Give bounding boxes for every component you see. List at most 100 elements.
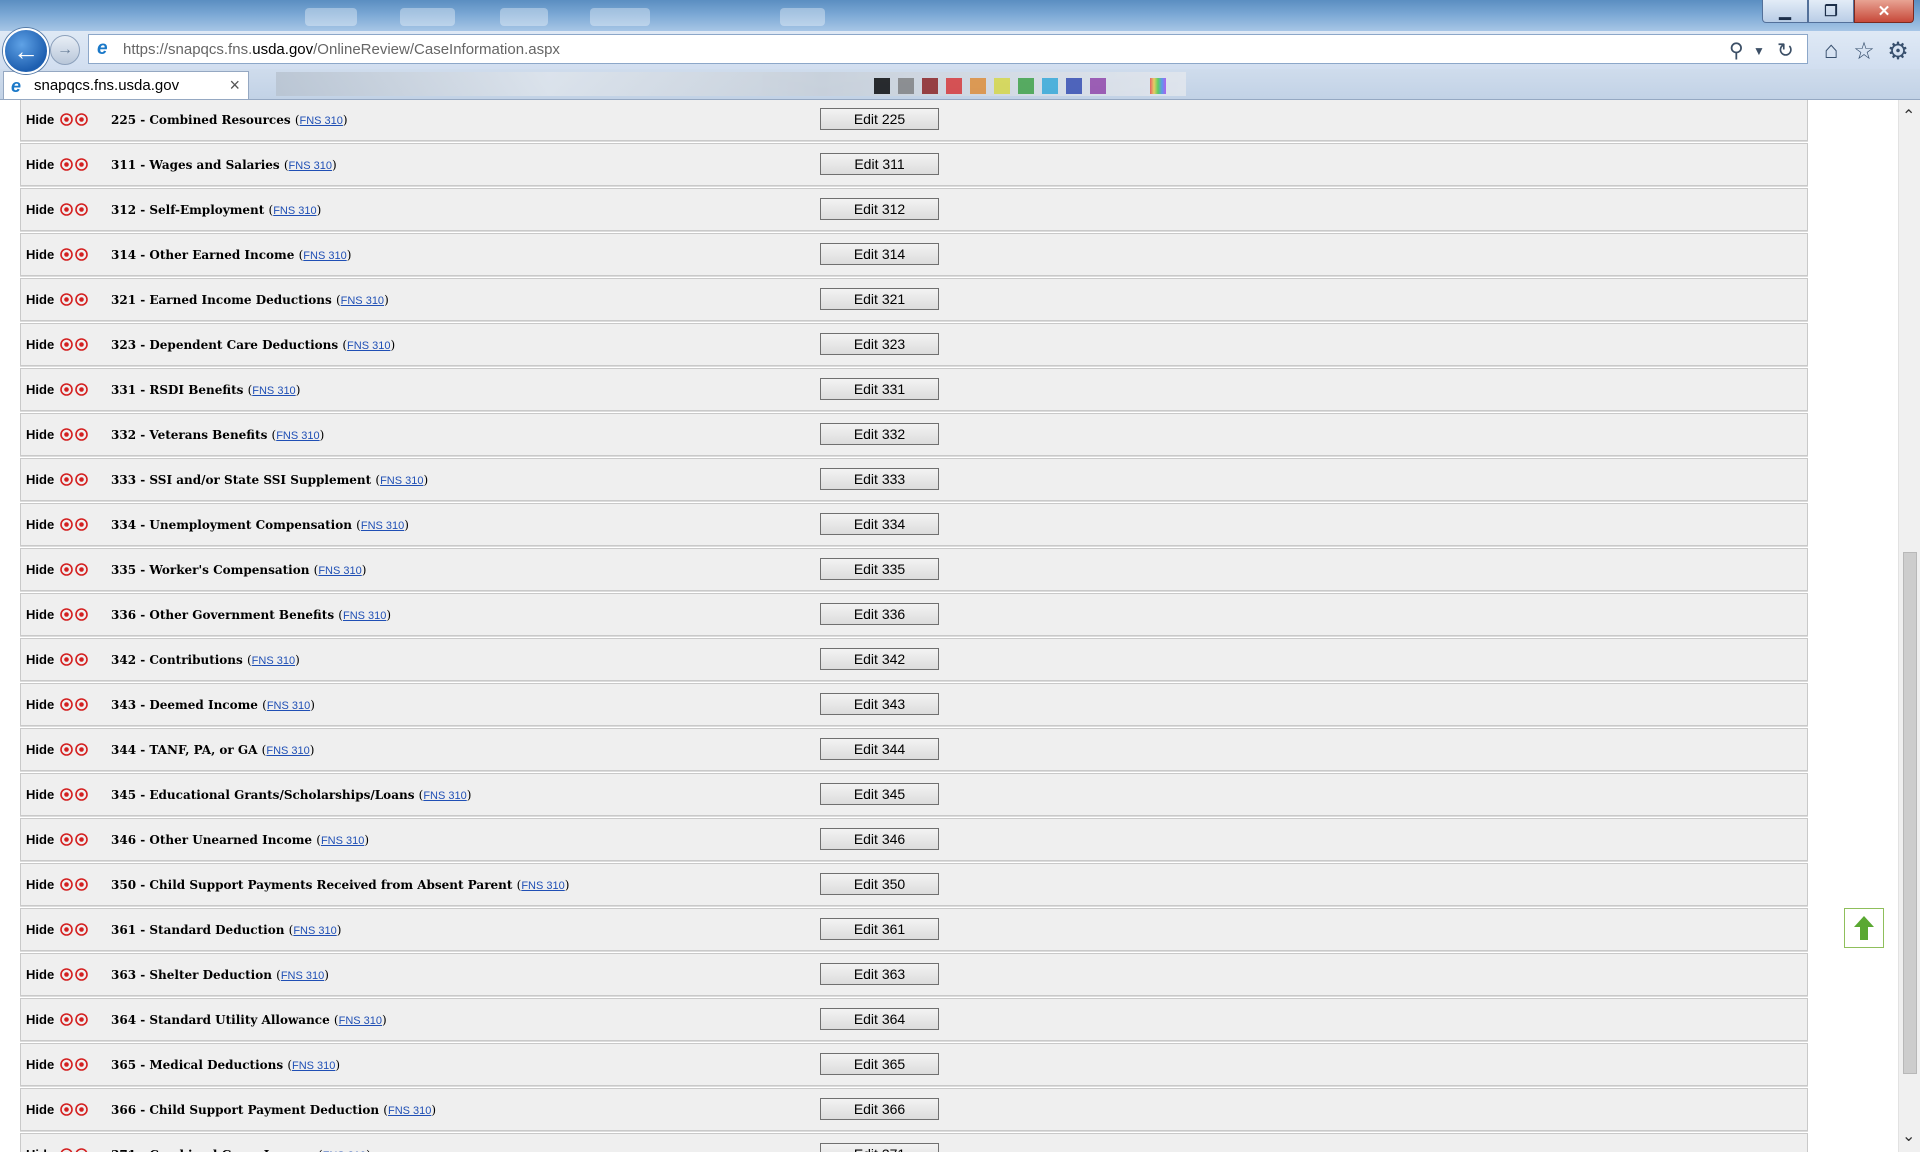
close-window-button[interactable]: ✕ bbox=[1854, 0, 1914, 23]
hide-toggle[interactable]: Hide bbox=[26, 112, 54, 127]
edit-section-button[interactable]: Edit 321 bbox=[820, 288, 939, 310]
target-icon[interactable] bbox=[75, 968, 88, 981]
fns-310-link[interactable]: FNS 310 bbox=[273, 205, 316, 217]
target-icon[interactable] bbox=[60, 248, 73, 261]
target-icon[interactable] bbox=[75, 1148, 88, 1152]
target-icon[interactable] bbox=[60, 608, 73, 621]
target-icon[interactable] bbox=[60, 743, 73, 756]
target-icon[interactable] bbox=[60, 1058, 73, 1071]
hide-toggle[interactable]: Hide bbox=[26, 337, 54, 352]
edit-section-button[interactable]: Edit 323 bbox=[820, 333, 939, 355]
edit-section-button[interactable]: Edit 361 bbox=[820, 918, 939, 940]
hide-toggle[interactable]: Hide bbox=[26, 472, 54, 487]
target-icon[interactable] bbox=[75, 653, 88, 666]
edit-section-button[interactable]: Edit 334 bbox=[820, 513, 939, 535]
edit-section-button[interactable]: Edit 363 bbox=[820, 963, 939, 985]
fns-310-link[interactable]: FNS 310 bbox=[289, 160, 332, 172]
fns-310-link[interactable]: FNS 310 bbox=[361, 520, 404, 532]
fns-310-link[interactable]: FNS 310 bbox=[341, 295, 384, 307]
edit-section-button[interactable]: Edit 311 bbox=[820, 153, 939, 175]
hide-toggle[interactable]: Hide bbox=[26, 967, 54, 982]
target-icon[interactable] bbox=[75, 698, 88, 711]
hide-toggle[interactable]: Hide bbox=[26, 157, 54, 172]
target-icon[interactable] bbox=[60, 158, 73, 171]
target-icon[interactable] bbox=[75, 1013, 88, 1026]
hide-toggle[interactable]: Hide bbox=[26, 1057, 54, 1072]
minimize-button[interactable]: ▁ bbox=[1762, 0, 1808, 23]
target-icon[interactable] bbox=[60, 788, 73, 801]
edit-section-button[interactable]: Edit 366 bbox=[820, 1098, 939, 1120]
target-icon[interactable] bbox=[75, 923, 88, 936]
fns-310-link[interactable]: FNS 310 bbox=[266, 745, 309, 757]
hide-toggle[interactable]: Hide bbox=[26, 382, 54, 397]
target-icon[interactable] bbox=[60, 203, 73, 216]
target-icon[interactable] bbox=[75, 248, 88, 261]
edit-section-button[interactable]: Edit 331 bbox=[820, 378, 939, 400]
fns-310-link[interactable]: FNS 310 bbox=[276, 430, 319, 442]
chevron-down-icon[interactable]: ⌄ bbox=[1902, 1126, 1915, 1146]
fns-310-link[interactable]: FNS 310 bbox=[293, 925, 336, 937]
edit-section-button[interactable]: Edit 365 bbox=[820, 1053, 939, 1075]
hide-toggle[interactable]: Hide bbox=[26, 1147, 54, 1152]
edit-section-button[interactable]: Edit 346 bbox=[820, 828, 939, 850]
target-icon[interactable] bbox=[75, 338, 88, 351]
target-icon[interactable] bbox=[75, 203, 88, 216]
edit-section-button[interactable]: Edit 345 bbox=[820, 783, 939, 805]
chevron-up-icon[interactable]: ⌃ bbox=[1902, 106, 1915, 126]
edit-section-button[interactable]: Edit 336 bbox=[820, 603, 939, 625]
fns-310-link[interactable]: FNS 310 bbox=[281, 970, 324, 982]
fns-310-link[interactable]: FNS 310 bbox=[300, 115, 343, 127]
gear-icon[interactable]: ⚙ bbox=[1882, 35, 1914, 67]
target-icon[interactable] bbox=[75, 473, 88, 486]
hide-toggle[interactable]: Hide bbox=[26, 607, 54, 622]
hide-toggle[interactable]: Hide bbox=[26, 562, 54, 577]
hide-toggle[interactable]: Hide bbox=[26, 832, 54, 847]
target-icon[interactable] bbox=[60, 113, 73, 126]
target-icon[interactable] bbox=[60, 518, 73, 531]
fns-310-link[interactable]: FNS 310 bbox=[252, 655, 295, 667]
edit-section-button[interactable]: Edit 225 bbox=[820, 108, 939, 130]
target-icon[interactable] bbox=[75, 788, 88, 801]
url-text[interactable]: https://snapqcs.fns.usda.gov/OnlineRevie… bbox=[123, 41, 560, 58]
hide-toggle[interactable]: Hide bbox=[26, 292, 54, 307]
fns-310-link[interactable]: FNS 310 bbox=[380, 475, 423, 487]
hide-toggle[interactable]: Hide bbox=[26, 517, 54, 532]
search-icon[interactable]: ⚲ bbox=[1729, 38, 1744, 63]
hide-toggle[interactable]: Hide bbox=[26, 427, 54, 442]
hide-toggle[interactable]: Hide bbox=[26, 1102, 54, 1117]
target-icon[interactable] bbox=[60, 563, 73, 576]
target-icon[interactable] bbox=[75, 878, 88, 891]
address-bar[interactable]: e https://snapqcs.fns.usda.gov/OnlineRev… bbox=[88, 34, 1808, 64]
edit-section-button[interactable]: Edit 364 bbox=[820, 1008, 939, 1030]
fns-310-link[interactable]: FNS 310 bbox=[347, 340, 390, 352]
target-icon[interactable] bbox=[75, 383, 88, 396]
target-icon[interactable] bbox=[75, 518, 88, 531]
close-tab-icon[interactable]: × bbox=[229, 75, 240, 96]
hide-toggle[interactable]: Hide bbox=[26, 1012, 54, 1027]
target-icon[interactable] bbox=[60, 293, 73, 306]
edit-section-button[interactable]: Edit 335 bbox=[820, 558, 939, 580]
target-icon[interactable] bbox=[60, 1013, 73, 1026]
fns-310-link[interactable]: FNS 310 bbox=[252, 385, 295, 397]
chevron-down-icon[interactable]: ▼ bbox=[1753, 44, 1765, 58]
edit-section-button[interactable]: Edit 332 bbox=[820, 423, 939, 445]
hide-toggle[interactable]: Hide bbox=[26, 787, 54, 802]
fns-310-link[interactable]: FNS 310 bbox=[343, 610, 386, 622]
fns-310-link[interactable]: FNS 310 bbox=[292, 1060, 335, 1072]
edit-section-button[interactable]: Edit 343 bbox=[820, 693, 939, 715]
edit-section-button[interactable]: Edit 342 bbox=[820, 648, 939, 670]
target-icon[interactable] bbox=[75, 158, 88, 171]
target-icon[interactable] bbox=[75, 113, 88, 126]
fns-310-link[interactable]: FNS 310 bbox=[521, 880, 564, 892]
hide-toggle[interactable]: Hide bbox=[26, 652, 54, 667]
fns-310-link[interactable]: FNS 310 bbox=[267, 700, 310, 712]
scrollbar-thumb[interactable] bbox=[1903, 552, 1917, 1074]
target-icon[interactable] bbox=[60, 428, 73, 441]
back-to-top-button[interactable] bbox=[1844, 908, 1884, 948]
target-icon[interactable] bbox=[60, 1103, 73, 1116]
star-icon[interactable]: ☆ bbox=[1848, 35, 1880, 67]
back-button[interactable]: ← bbox=[3, 28, 49, 74]
target-icon[interactable] bbox=[75, 1058, 88, 1071]
vertical-scrollbar[interactable]: ⌃ ⌄ bbox=[1898, 100, 1920, 1152]
target-icon[interactable] bbox=[60, 878, 73, 891]
